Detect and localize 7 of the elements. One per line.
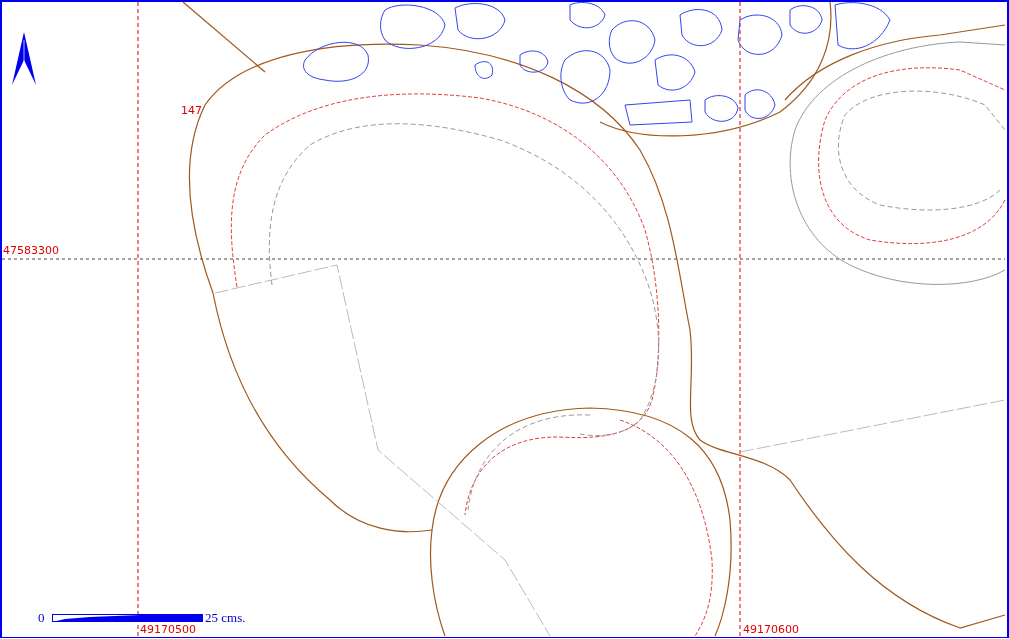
scale-start-label: 0 [38, 611, 45, 624]
contour-label: 147 [181, 105, 202, 117]
northing-label: 47583300 [3, 245, 59, 257]
easting-label: 49170500 [140, 624, 196, 636]
north-arrow-icon [12, 32, 36, 86]
scale-end-label: 25 cms. [205, 611, 246, 624]
easting-label: 49170600 [743, 624, 799, 636]
